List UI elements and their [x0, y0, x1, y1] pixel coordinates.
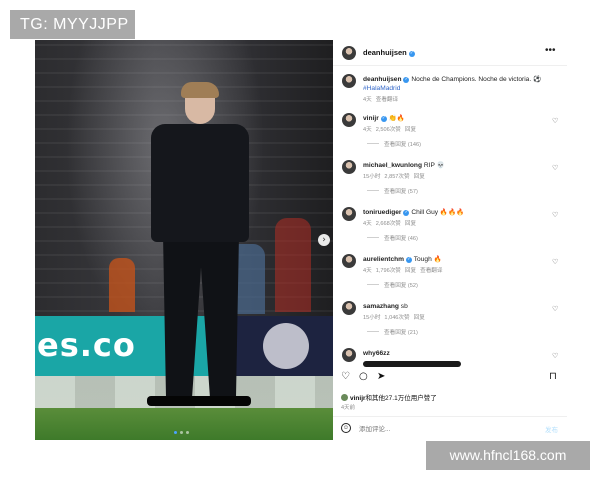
author-avatar[interactable]	[342, 46, 356, 60]
liker-avatar	[341, 394, 348, 401]
smile-icon[interactable]: ☺	[341, 423, 351, 433]
commenter-username[interactable]: aurelientchm	[363, 256, 404, 263]
likes-summary[interactable]: vinijr和其他27.1万位用户赞了	[341, 392, 437, 402]
heart-icon[interactable]: ♡	[552, 117, 558, 125]
reply-button[interactable]: 回复	[405, 221, 416, 227]
view-replies-button[interactable]: 查看回复 (21)	[367, 328, 418, 336]
post-actions: ♡ ○ ➤ ⊓	[341, 371, 561, 385]
comments-list[interactable]: deanhuijsen ✓ Noche de Champions. Noche d…	[333, 67, 567, 400]
commenter-username[interactable]: toniruediger	[363, 209, 401, 216]
heart-icon[interactable]: ♡	[552, 258, 558, 266]
commenter-avatar[interactable]	[342, 207, 356, 221]
commenter-avatar[interactable]	[342, 254, 356, 268]
carousel-dot[interactable]	[186, 431, 189, 434]
reply-button[interactable]: 回复	[405, 268, 416, 274]
post-side-panel: deanhuijsen ✓ ••• deanhuijsen ✓ Noche de C…	[333, 40, 567, 440]
background-person	[109, 258, 135, 312]
commenter-username[interactable]: vinijr	[363, 115, 379, 122]
post-header: deanhuijsen ✓ •••	[333, 40, 567, 66]
post-age: 4天前	[341, 405, 356, 411]
comment-text: michael_kwunlong RIP 💀	[363, 162, 445, 169]
author-username[interactable]: deanhuijsen ✓	[363, 48, 415, 57]
commenter-username[interactable]: why66zz	[363, 350, 390, 357]
view-replies-button[interactable]: 查看回复 (57)	[367, 187, 418, 195]
comment-text: vinijr ✓ 👏🔥	[363, 115, 405, 122]
background-person	[275, 218, 311, 312]
verified-badge-icon: ✓	[406, 257, 413, 263]
heart-icon[interactable]: ♡	[341, 371, 350, 382]
verified-badge-icon: ✓	[403, 210, 410, 216]
translate-link[interactable]: 查看翻译	[376, 97, 398, 103]
commenter-username[interactable]: samazhang	[363, 303, 399, 310]
view-replies-button[interactable]: 查看回复 (52)	[367, 281, 418, 289]
comment-text: aurelientchm ✓ Tough 🔥	[363, 256, 442, 263]
commenter-avatar[interactable]	[342, 301, 356, 315]
share-icon[interactable]: ➤	[377, 371, 385, 382]
reply-button[interactable]: 回复	[405, 127, 416, 133]
caption-emoji: ⚽	[533, 76, 542, 83]
comment-meta: 15小时 2,857次赞 回复	[363, 174, 425, 180]
heart-icon[interactable]: ♡	[552, 305, 558, 313]
post-comment-button[interactable]: 发布	[545, 424, 558, 434]
commenter-avatar[interactable]	[342, 160, 356, 174]
caption-meta: 4天 查看翻译	[363, 97, 399, 103]
caption-text: deanhuijsen ✓ Noche de Champions. Noche d…	[363, 76, 543, 93]
commenter-avatar[interactable]	[342, 113, 356, 127]
carousel-dot[interactable]	[180, 431, 183, 434]
comment-meta: 15小时 1,046次赞 回复	[363, 315, 425, 321]
heart-icon[interactable]: ♡	[552, 164, 558, 172]
ad-banner-text: es.co	[37, 326, 136, 364]
caption-username[interactable]: deanhuijsen	[363, 76, 401, 83]
heart-icon[interactable]: ♡	[552, 211, 558, 219]
more-horizontal-icon[interactable]: •••	[545, 45, 556, 56]
player-trousers	[163, 234, 239, 400]
verified-badge-icon: ✓	[380, 116, 387, 122]
comment-meta: 4天 2,668次赞 回复	[363, 221, 417, 227]
caption-avatar[interactable]	[342, 74, 356, 88]
commenter-avatar[interactable]	[342, 348, 356, 362]
bookmark-icon[interactable]: ⊓	[549, 371, 557, 382]
commenter-username[interactable]: michael_kwunlong	[363, 162, 422, 169]
comment-media-preview	[363, 361, 461, 367]
comment-text: toniruediger ✓ Chill Guy 🔥🔥🔥	[363, 209, 465, 216]
add-comment-bar: ☺ 发布	[333, 416, 567, 440]
reply-button[interactable]: 回复	[414, 174, 425, 180]
view-replies-button[interactable]: 查看回复 (146)	[367, 140, 421, 148]
comment-input[interactable]	[359, 424, 529, 434]
carousel-dot-active[interactable]	[174, 431, 177, 434]
carousel-dots	[174, 431, 189, 434]
verified-badge-icon: ✓	[408, 51, 415, 57]
comment-text: why66zz	[363, 349, 543, 358]
translate-link[interactable]: 查看翻译	[420, 268, 442, 274]
hashtag-link[interactable]: #HalaMadrid	[363, 84, 543, 93]
pitch-grass	[35, 408, 333, 440]
post-photo[interactable]: es.co	[35, 40, 333, 440]
watermark-top: TG: MYYJJPP	[10, 10, 135, 39]
reply-button[interactable]: 回复	[414, 315, 425, 321]
watermark-bottom: www.hfncl168.com	[426, 441, 590, 470]
player-figure	[143, 82, 253, 410]
tournament-logo	[263, 323, 309, 369]
chevron-right-icon[interactable]: ›	[318, 234, 330, 246]
verified-badge-icon: ✓	[403, 77, 410, 83]
player-shoes	[147, 396, 251, 406]
player-hair	[181, 82, 219, 98]
view-replies-button[interactable]: 查看回复 (46)	[367, 234, 418, 242]
comment-icon[interactable]: ○	[359, 371, 368, 382]
comment-meta: 4天 2,506次赞 回复	[363, 127, 417, 133]
comment-text: samazhang sb	[363, 303, 408, 310]
comment-meta: 4天 1,796次赞 回复 查看翻译	[363, 268, 443, 274]
heart-icon[interactable]: ♡	[552, 352, 558, 360]
player-jacket	[151, 124, 249, 242]
screenshot-page: TG: MYYJJPP es.co › deanhuijsen ✓ ••• de…	[0, 0, 600, 480]
